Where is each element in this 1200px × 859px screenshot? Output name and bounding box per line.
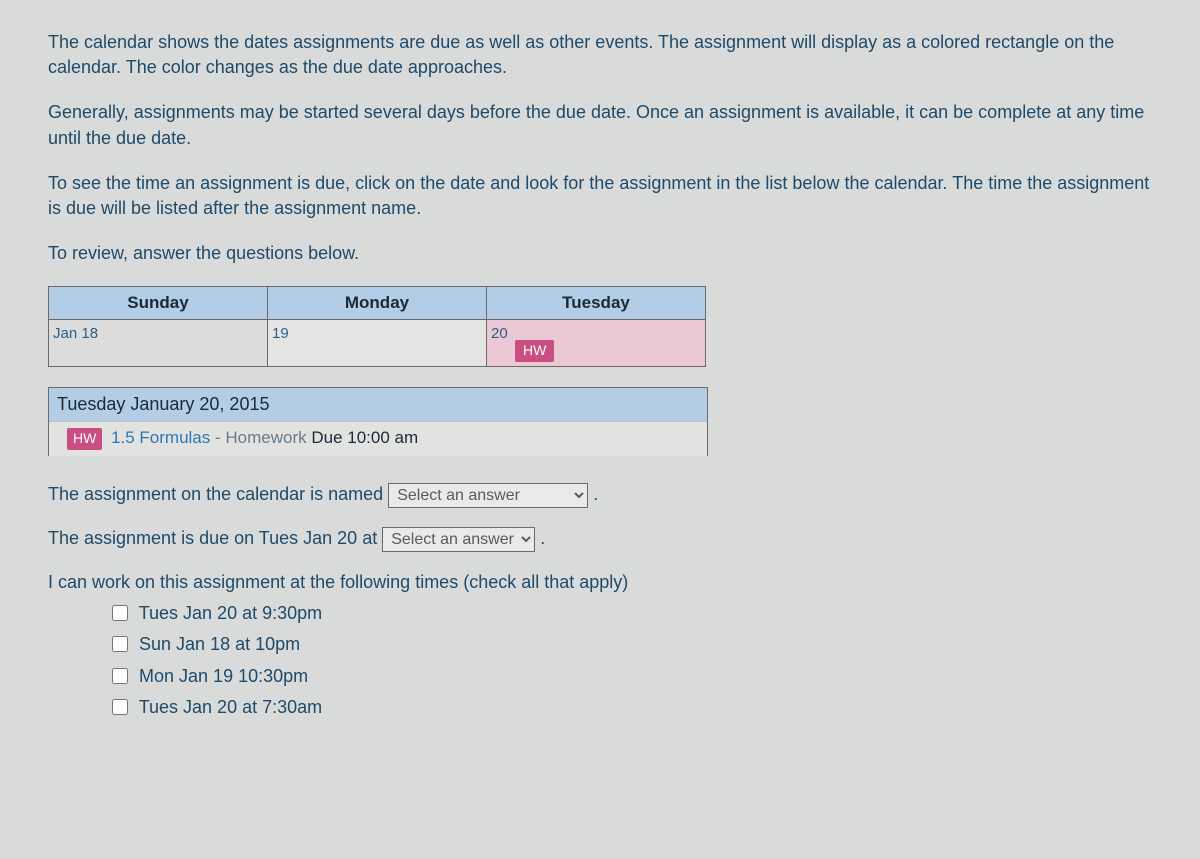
option-d-label: Tues Jan 20 at 7:30am xyxy=(139,697,322,717)
intro-paragraph-3: To see the time an assignment is due, cl… xyxy=(48,171,1152,221)
day-detail-header: Tuesday January 20, 2015 xyxy=(49,388,707,422)
calendar-table: Sunday Monday Tuesday Jan 18 19 20 HW xyxy=(48,286,706,367)
intro-paragraph-2: Generally, assignments may be started se… xyxy=(48,100,1152,150)
option-row: Tues Jan 20 at 7:30am xyxy=(108,695,1152,720)
q2-select[interactable]: Select an answer xyxy=(382,527,535,552)
page-content: The calendar shows the dates assignments… xyxy=(0,0,1200,756)
calendar-cell-jan-18[interactable]: Jan 18 xyxy=(49,320,268,367)
calendar-header-sunday: Sunday xyxy=(49,287,268,320)
option-d-checkbox[interactable] xyxy=(112,699,128,715)
q1-pre-text: The assignment on the calendar is named xyxy=(48,484,388,504)
option-c-checkbox[interactable] xyxy=(112,668,128,684)
option-a-checkbox[interactable] xyxy=(112,605,128,621)
option-b-label: Sun Jan 18 at 10pm xyxy=(139,634,300,654)
calendar-cell-jan-20[interactable]: 20 HW xyxy=(487,320,706,367)
option-row: Sun Jan 18 at 10pm xyxy=(108,632,1152,657)
option-row: Mon Jan 19 10:30pm xyxy=(108,664,1152,689)
q2-post-text: . xyxy=(540,528,545,548)
option-b-checkbox[interactable] xyxy=(112,636,128,652)
assignment-row: HW 1.5 Formulas - Homework Due 10:00 am xyxy=(49,422,707,456)
question-3-options: Tues Jan 20 at 9:30pm Sun Jan 18 at 10pm… xyxy=(108,601,1152,720)
question-1: The assignment on the calendar is named … xyxy=(48,482,1152,508)
assignment-type: - Homework xyxy=(210,428,311,447)
hw-badge-small: HW xyxy=(67,428,102,450)
q2-pre-text: The assignment is due on Tues Jan 20 at xyxy=(48,528,382,548)
assignment-due-text: Due 10:00 am xyxy=(311,428,418,447)
calendar-cell-jan-19[interactable]: 19 xyxy=(268,320,487,367)
day-detail-panel: Tuesday January 20, 2015 HW 1.5 Formulas… xyxy=(48,387,708,456)
assignment-link[interactable]: 1.5 Formulas xyxy=(111,428,210,447)
calendar-daynum: 19 xyxy=(268,321,293,346)
question-3-prompt: I can work on this assignment at the fol… xyxy=(48,570,1152,595)
intro-paragraph-1: The calendar shows the dates assignments… xyxy=(48,30,1152,80)
calendar-daynum: 20 xyxy=(487,321,512,346)
question-2: The assignment is due on Tues Jan 20 at … xyxy=(48,526,1152,552)
q1-select[interactable]: Select an answer xyxy=(388,483,588,508)
q1-post-text: . xyxy=(593,484,598,504)
hw-badge[interactable]: HW xyxy=(515,340,554,362)
calendar-daynum: Jan 18 xyxy=(49,321,102,346)
option-a-label: Tues Jan 20 at 9:30pm xyxy=(139,603,322,623)
option-c-label: Mon Jan 19 10:30pm xyxy=(139,666,308,686)
intro-paragraph-4: To review, answer the questions below. xyxy=(48,241,1152,266)
option-row: Tues Jan 20 at 9:30pm xyxy=(108,601,1152,626)
calendar-header-monday: Monday xyxy=(268,287,487,320)
calendar-header-tuesday: Tuesday xyxy=(487,287,706,320)
